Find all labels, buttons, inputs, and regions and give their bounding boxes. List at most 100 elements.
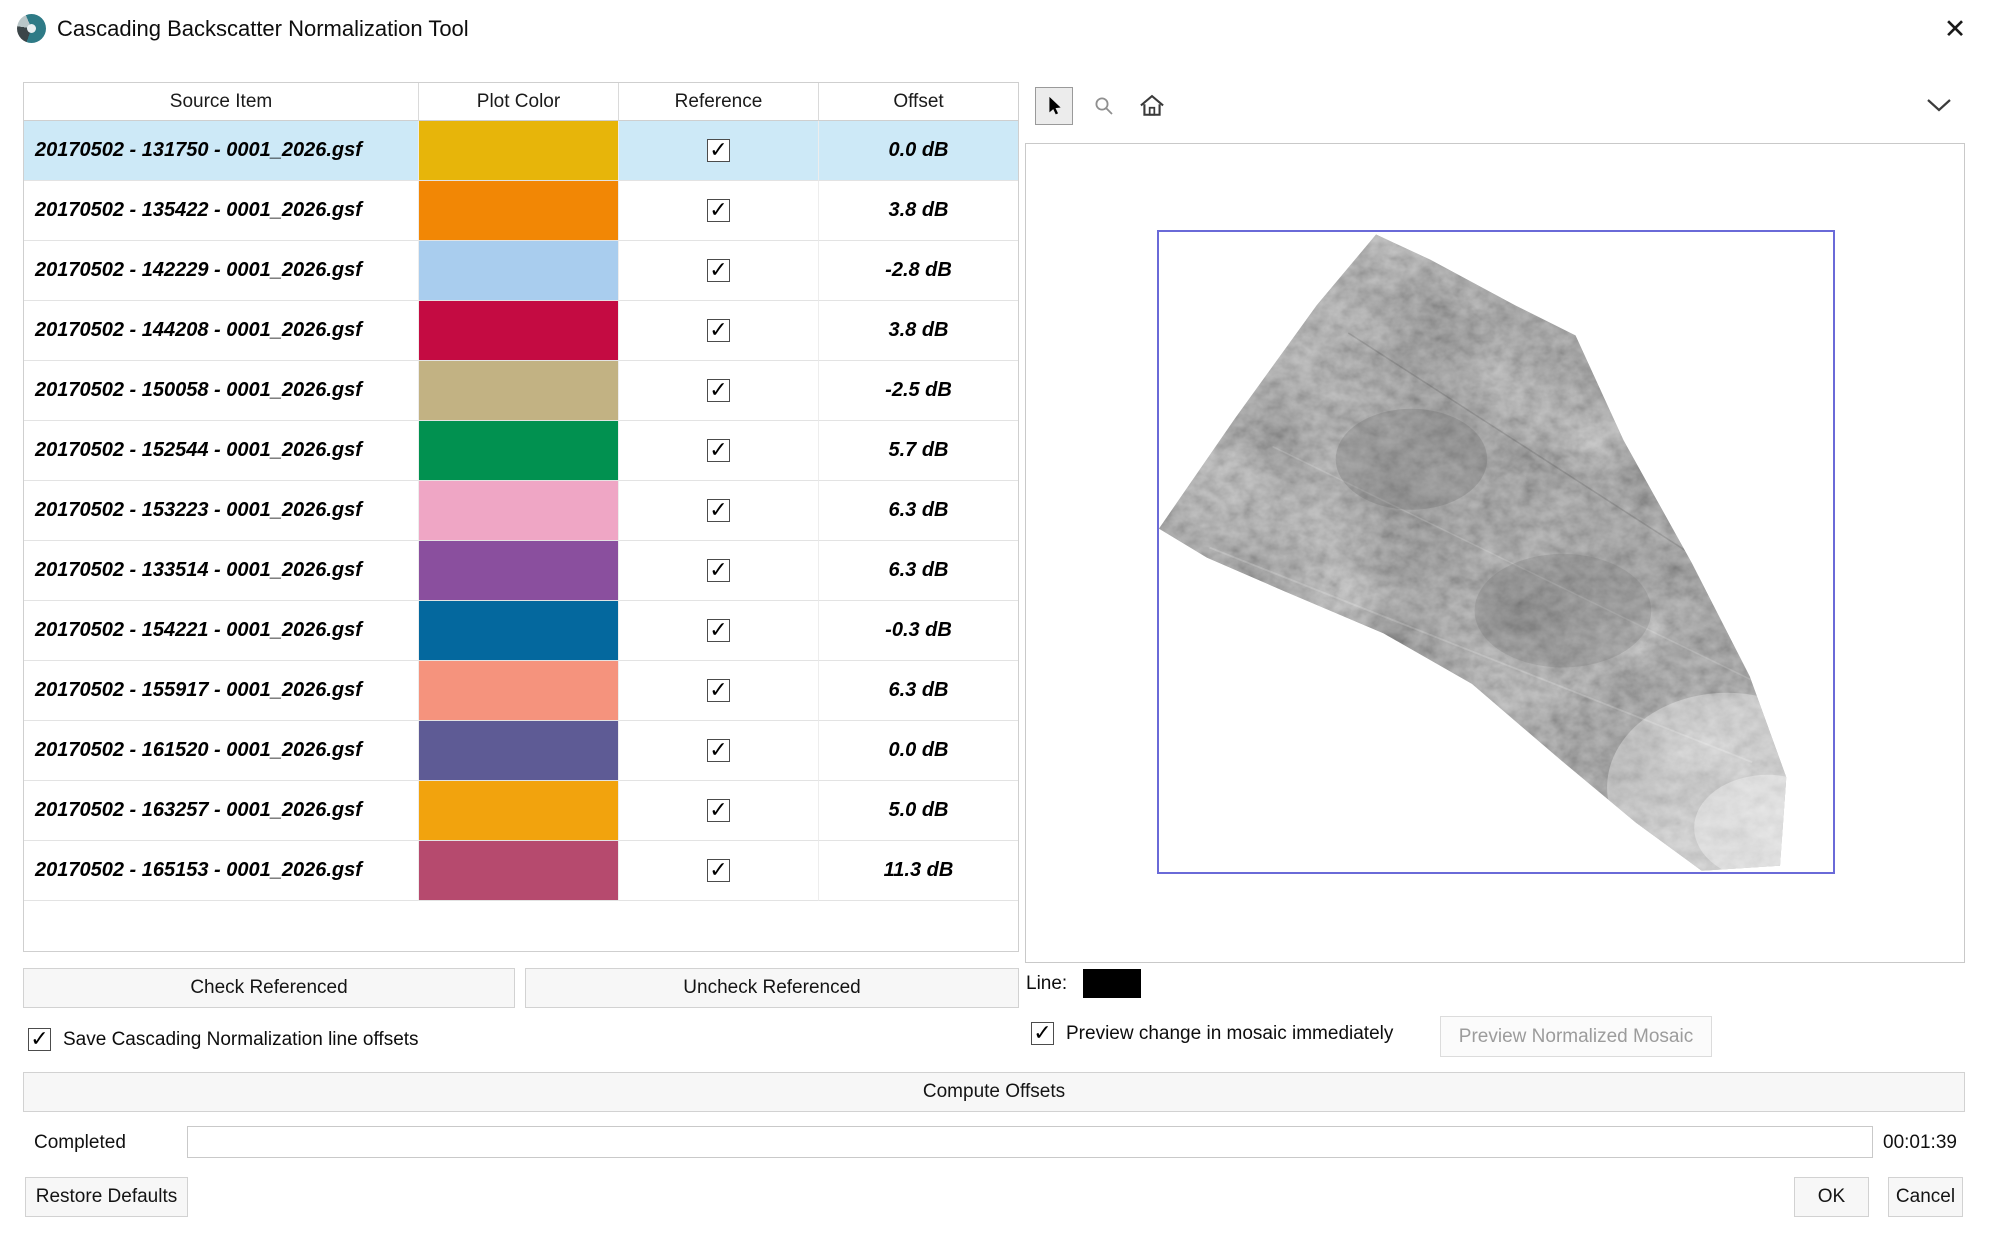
offset-value: 3.8 dB	[819, 181, 1018, 241]
save-offsets-row: Save Cascading Normalization line offset…	[28, 1028, 419, 1051]
source-item-name: 20170502 - 163257 - 0001_2026.gsf	[24, 781, 419, 841]
source-item-name: 20170502 - 165153 - 0001_2026.gsf	[24, 841, 419, 901]
reference-checkbox[interactable]	[707, 799, 730, 822]
table-row[interactable]: 20170502 - 154221 - 0001_2026.gsf -0.3 d…	[24, 601, 1018, 661]
table-row[interactable]: 20170502 - 133514 - 0001_2026.gsf 6.3 dB	[24, 541, 1018, 601]
plot-color-swatch[interactable]	[419, 301, 618, 360]
compute-offsets-button[interactable]: Compute Offsets	[23, 1072, 1965, 1112]
source-item-name: 20170502 - 153223 - 0001_2026.gsf	[24, 481, 419, 541]
dialog-window: Cascading Backscatter Normalization Tool…	[0, 0, 1990, 1243]
reference-checkbox[interactable]	[707, 619, 730, 642]
plot-color-swatch[interactable]	[419, 241, 618, 300]
offset-value: -2.5 dB	[819, 361, 1018, 421]
preview-immediately-row: Preview change in mosaic immediately	[1031, 1022, 1393, 1045]
cancel-button[interactable]: Cancel	[1888, 1177, 1963, 1217]
reference-checkbox[interactable]	[707, 559, 730, 582]
preview-immediately-label: Preview change in mosaic immediately	[1066, 1023, 1393, 1045]
plot-color-swatch[interactable]	[419, 841, 618, 900]
offset-value: 5.0 dB	[819, 781, 1018, 841]
source-item-name: 20170502 - 152544 - 0001_2026.gsf	[24, 421, 419, 481]
table-row[interactable]: 20170502 - 153223 - 0001_2026.gsf 6.3 dB	[24, 481, 1018, 541]
column-header-source-item: Source Item	[24, 83, 419, 121]
reference-checkbox[interactable]	[707, 439, 730, 462]
source-table-body: 20170502 - 131750 - 0001_2026.gsf 0.0 dB…	[24, 121, 1018, 901]
reference-checkbox[interactable]	[707, 679, 730, 702]
plot-color-cell	[419, 721, 619, 781]
reference-checkbox[interactable]	[707, 259, 730, 282]
preview-immediately-checkbox[interactable]	[1031, 1022, 1054, 1045]
reference-checkbox[interactable]	[707, 319, 730, 342]
mosaic-bounds-rectangle	[1157, 230, 1835, 874]
reference-checkbox[interactable]	[707, 739, 730, 762]
line-color-swatch[interactable]	[1083, 969, 1141, 998]
table-row[interactable]: 20170502 - 152544 - 0001_2026.gsf 5.7 dB	[24, 421, 1018, 481]
home-tool-icon[interactable]	[1135, 89, 1169, 123]
plot-color-swatch[interactable]	[419, 541, 618, 600]
save-offsets-checkbox[interactable]	[28, 1028, 51, 1051]
reference-checkbox[interactable]	[707, 379, 730, 402]
reference-cell	[619, 421, 819, 481]
plot-color-cell	[419, 361, 619, 421]
close-icon[interactable]: ✕	[1936, 10, 1974, 48]
offset-value: 11.3 dB	[819, 841, 1018, 901]
reference-checkbox[interactable]	[707, 859, 730, 882]
reference-checkbox[interactable]	[707, 499, 730, 522]
reference-checkbox[interactable]	[707, 139, 730, 162]
reference-cell	[619, 121, 819, 181]
plot-color-swatch[interactable]	[419, 181, 618, 240]
plot-color-cell	[419, 301, 619, 361]
mosaic-preview-canvas[interactable]	[1025, 143, 1965, 963]
line-label: Line:	[1026, 973, 1067, 995]
offset-value: 6.3 dB	[819, 661, 1018, 721]
restore-defaults-button[interactable]: Restore Defaults	[25, 1177, 188, 1217]
app-logo-icon	[17, 14, 46, 43]
check-referenced-button[interactable]: Check Referenced	[23, 968, 515, 1008]
line-color-row: Line:	[1026, 969, 1141, 998]
offset-value: 0.0 dB	[819, 121, 1018, 181]
source-item-name: 20170502 - 161520 - 0001_2026.gsf	[24, 721, 419, 781]
plot-color-swatch[interactable]	[419, 421, 618, 480]
window-title: Cascading Backscatter Normalization Tool	[57, 0, 469, 58]
uncheck-referenced-button[interactable]: Uncheck Referenced	[525, 968, 1019, 1008]
plot-color-cell	[419, 421, 619, 481]
table-row[interactable]: 20170502 - 155917 - 0001_2026.gsf 6.3 dB	[24, 661, 1018, 721]
ok-button[interactable]: OK	[1794, 1177, 1869, 1217]
plot-color-cell	[419, 121, 619, 181]
source-item-name: 20170502 - 154221 - 0001_2026.gsf	[24, 601, 419, 661]
offset-value: 5.7 dB	[819, 421, 1018, 481]
table-row[interactable]: 20170502 - 161520 - 0001_2026.gsf 0.0 dB	[24, 721, 1018, 781]
reference-cell	[619, 541, 819, 601]
source-item-name: 20170502 - 144208 - 0001_2026.gsf	[24, 301, 419, 361]
reference-checkbox[interactable]	[707, 199, 730, 222]
table-row[interactable]: 20170502 - 131750 - 0001_2026.gsf 0.0 dB	[24, 121, 1018, 181]
plot-color-swatch[interactable]	[419, 601, 618, 660]
table-row[interactable]: 20170502 - 142229 - 0001_2026.gsf -2.8 d…	[24, 241, 1018, 301]
progress-bar	[187, 1126, 1873, 1158]
progress-status-label: Completed	[34, 1127, 126, 1159]
table-row[interactable]: 20170502 - 135422 - 0001_2026.gsf 3.8 dB	[24, 181, 1018, 241]
preview-normalized-mosaic-button[interactable]: Preview Normalized Mosaic	[1440, 1016, 1712, 1057]
zoom-tool-icon[interactable]	[1087, 89, 1121, 123]
reference-cell	[619, 661, 819, 721]
plot-color-swatch[interactable]	[419, 781, 618, 840]
viewer-toolbar	[1035, 86, 1169, 126]
chevron-down-icon[interactable]	[1924, 94, 1954, 116]
table-row[interactable]: 20170502 - 165153 - 0001_2026.gsf 11.3 d…	[24, 841, 1018, 901]
plot-color-swatch[interactable]	[419, 481, 618, 540]
source-item-name: 20170502 - 133514 - 0001_2026.gsf	[24, 541, 419, 601]
reference-cell	[619, 601, 819, 661]
source-item-name: 20170502 - 142229 - 0001_2026.gsf	[24, 241, 419, 301]
plot-color-swatch[interactable]	[419, 121, 618, 180]
source-item-name: 20170502 - 135422 - 0001_2026.gsf	[24, 181, 419, 241]
plot-color-swatch[interactable]	[419, 721, 618, 780]
plot-color-cell	[419, 541, 619, 601]
reference-cell	[619, 841, 819, 901]
table-row[interactable]: 20170502 - 163257 - 0001_2026.gsf 5.0 dB	[24, 781, 1018, 841]
offset-value: 3.8 dB	[819, 301, 1018, 361]
pointer-tool-icon[interactable]	[1035, 87, 1073, 125]
table-row[interactable]: 20170502 - 144208 - 0001_2026.gsf 3.8 dB	[24, 301, 1018, 361]
plot-color-swatch[interactable]	[419, 361, 618, 420]
table-row[interactable]: 20170502 - 150058 - 0001_2026.gsf -2.5 d…	[24, 361, 1018, 421]
plot-color-swatch[interactable]	[419, 661, 618, 720]
elapsed-time: 00:01:39	[1883, 1127, 1957, 1159]
